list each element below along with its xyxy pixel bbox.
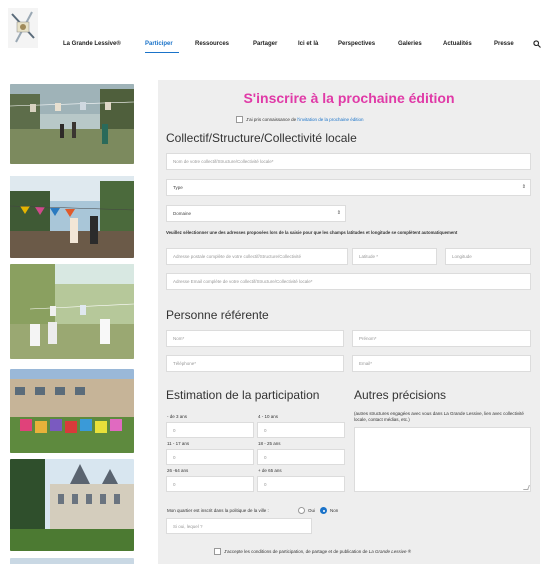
registration-form: S'inscrire à la prochaine édition J'ai p…	[158, 80, 540, 564]
photo-children-lines	[10, 264, 134, 359]
photo-outdoor-lines	[10, 84, 134, 164]
collectif-email-input[interactable]: Adresse Email complète de votre collecti…	[166, 273, 531, 290]
quartier-lequel-placeholder: Si oui, lequel ?	[173, 524, 203, 529]
photo-chateau	[10, 459, 134, 551]
conditions-prefix: J'accepte les conditions de participatio…	[224, 549, 369, 554]
age-group-label: 18 - 25 ans	[258, 441, 281, 446]
longitude-placeholder: Longitude	[452, 254, 472, 259]
prenom-placeholder: Prénom*	[359, 336, 377, 341]
domaine-select-value: Domaine	[173, 211, 192, 216]
quartier-oui-radio[interactable]	[298, 507, 305, 514]
resize-handle-icon[interactable]	[523, 485, 530, 490]
telephone-placeholder: Téléphone*	[173, 361, 197, 366]
photo-partial	[10, 558, 134, 564]
precisions-note: (autres structures engagées avec vous da…	[354, 411, 524, 422]
invitation-link[interactable]: l'invitation de la prochaine édition	[297, 117, 363, 122]
age-group-value: 0	[173, 482, 176, 487]
active-nav-underline	[145, 52, 179, 53]
age-group-label: + de 65 ans	[258, 468, 282, 473]
age-group-input[interactable]: 0	[166, 449, 254, 465]
age-group-value: 0	[264, 428, 267, 433]
address-instruction: Veuillez sélectionner une des adresses p…	[166, 230, 458, 235]
age-group-input[interactable]: 0	[257, 449, 345, 465]
quartier-non-radio[interactable]	[320, 507, 327, 514]
age-group-value: 0	[173, 428, 176, 433]
age-group-value: 0	[173, 455, 176, 460]
domaine-select[interactable]: Domaine ⇕	[166, 205, 346, 222]
referent-email-placeholder: Email*	[359, 361, 373, 366]
main-nav: La Grande Lessive® Participer Ressources…	[0, 40, 542, 55]
latitude-placeholder: Latitude *	[359, 254, 379, 259]
site-header: La Grande Lessive® Participer Ressources…	[0, 0, 542, 78]
quartier-non-label: Non	[330, 508, 339, 513]
nav-item-partager[interactable]: Partager	[253, 41, 277, 47]
photo-school-courtyard	[10, 369, 134, 453]
type-select-value: Type	[173, 185, 183, 190]
age-group-label: 26 -64 ans	[167, 468, 189, 473]
age-group-input[interactable]: 0	[257, 422, 345, 438]
age-group-input[interactable]: 0	[166, 476, 254, 492]
collectif-name-input[interactable]: Nom de votre collectif/Structure/Collect…	[166, 153, 531, 170]
age-group-label: 4 - 10 ans	[258, 414, 279, 419]
invitation-checkbox[interactable]	[236, 116, 243, 123]
form-title: S'inscrire à la prochaine édition	[243, 90, 455, 106]
quartier-question: Mon quartier est inscrit dans la politiq…	[167, 508, 269, 513]
prenom-input[interactable]: Prénom*	[352, 330, 531, 347]
collectif-email-placeholder: Adresse Email complète de votre collecti…	[173, 279, 313, 284]
address-input[interactable]: Adresse postale complète de votre collec…	[166, 248, 348, 265]
photo-flags-garden	[10, 176, 134, 258]
section-estimation-heading: Estimation de la participation	[166, 388, 320, 402]
nav-item-participer[interactable]: Participer	[145, 41, 173, 47]
section-referent-heading: Personne référente	[166, 308, 269, 322]
nav-item-ici-et-la[interactable]: Ici et là	[298, 41, 318, 47]
nom-placeholder: Nom*	[173, 336, 185, 341]
section-collectif-heading: Collectif/Structure/Collectivité locale	[166, 131, 357, 145]
conditions-checkbox[interactable]	[214, 548, 221, 555]
type-select[interactable]: Type ⇕	[166, 179, 531, 196]
age-group-label: 11 - 17 ans	[167, 441, 190, 446]
longitude-input[interactable]: Longitude	[445, 248, 531, 265]
nav-item-ressources[interactable]: Ressources	[195, 41, 229, 47]
age-group-input[interactable]: 0	[166, 422, 254, 438]
nav-item-perspectives[interactable]: Perspectives	[338, 41, 375, 47]
latitude-input[interactable]: Latitude *	[352, 248, 437, 265]
select-arrows-icon: ⇕	[336, 210, 341, 216]
invitation-prefix: J'ai pris connaissance de	[246, 117, 298, 122]
age-group-input[interactable]: 0	[257, 476, 345, 492]
nav-item-presse[interactable]: Presse	[494, 41, 514, 47]
referent-email-input[interactable]: Email*	[352, 355, 531, 372]
address-placeholder: Adresse postale complète de votre collec…	[173, 254, 302, 259]
nav-item-actualites[interactable]: Actualités	[443, 41, 472, 47]
select-arrows-icon: ⇕	[521, 184, 526, 190]
nom-input[interactable]: Nom*	[166, 330, 344, 347]
quartier-lequel-input[interactable]: Si oui, lequel ?	[166, 518, 312, 534]
invitation-label: J'ai pris connaissance de l'invitation d…	[246, 117, 364, 122]
telephone-input[interactable]: Téléphone*	[166, 355, 344, 372]
search-icon[interactable]	[533, 40, 541, 48]
conditions-brand: La Grande Lessive ®	[368, 549, 412, 554]
collectif-name-placeholder: Nom de votre collectif/Structure/Collect…	[173, 159, 274, 164]
quartier-oui-label: Oui	[308, 508, 316, 513]
nav-item-la-grande-lessive[interactable]: La Grande Lessive®	[63, 41, 121, 47]
section-precisions-heading: Autres précisions	[354, 388, 447, 402]
age-group-label: - de 3 ans	[167, 414, 188, 419]
age-group-value: 0	[264, 482, 267, 487]
precisions-textarea[interactable]	[354, 427, 531, 492]
nav-item-galeries[interactable]: Galeries	[398, 41, 422, 47]
age-group-value: 0	[264, 455, 267, 460]
conditions-label: J'accepte les conditions de participatio…	[224, 549, 411, 554]
